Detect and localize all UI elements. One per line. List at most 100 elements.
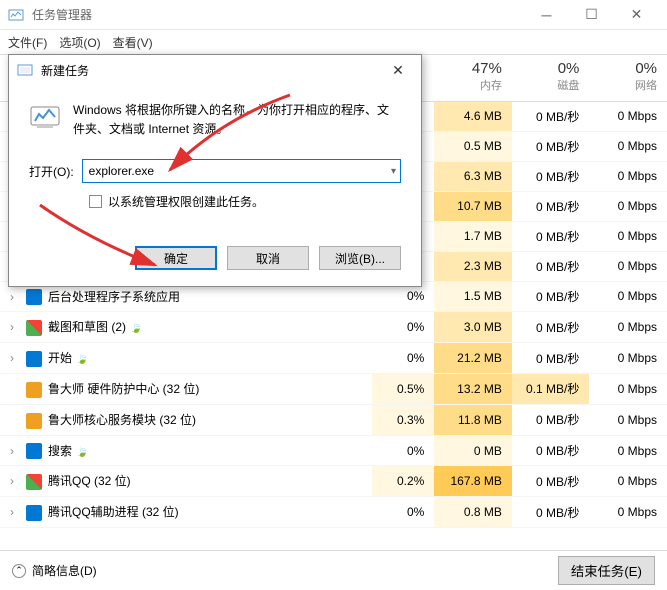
cell-mem: 0 MB <box>434 435 512 466</box>
minimize-button[interactable]: ─ <box>524 0 569 30</box>
chevron-down-icon: ▾ <box>391 166 396 177</box>
table-row[interactable]: › 开始 🍃 0%21.2 MB0 MB/秒0 Mbps <box>0 343 667 374</box>
process-icon <box>26 351 42 367</box>
taskmgr-icon <box>8 7 24 23</box>
run-icon <box>29 101 61 133</box>
cell-disk: 0 MB/秒 <box>512 191 590 221</box>
cell-net: 0 Mbps <box>589 312 667 343</box>
expand-icon[interactable]: › <box>10 474 22 488</box>
statusbar: ⌃ 简略信息(D) 结束任务(E) <box>0 550 667 590</box>
cell-net: 0 Mbps <box>589 221 667 251</box>
col-disk[interactable]: 0%磁盘 <box>512 55 590 101</box>
expand-icon[interactable]: › <box>10 444 22 458</box>
cell-disk: 0 MB/秒 <box>512 251 590 281</box>
app-title: 任务管理器 <box>32 6 524 23</box>
cell-disk: 0 MB/秒 <box>512 435 590 466</box>
table-row[interactable]: 鲁大师核心服务模块 (32 位)0.3%11.8 MB0 MB/秒0 Mbps <box>0 404 667 435</box>
cell-mem: 10.7 MB <box>434 191 512 221</box>
cell-pct: 0% <box>372 435 434 466</box>
titlebar: 任务管理器 ─ ☐ ✕ <box>0 0 667 30</box>
admin-label: 以系统管理权限创建此任务。 <box>108 193 264 210</box>
process-name: 后台处理程序子系统应用 <box>48 290 180 304</box>
cell-net: 0 Mbps <box>589 373 667 404</box>
process-icon <box>26 413 42 429</box>
cell-net: 0 Mbps <box>589 251 667 281</box>
end-task-button[interactable]: 结束任务(E) <box>558 556 655 585</box>
cell-mem: 167.8 MB <box>434 466 512 497</box>
open-combobox[interactable]: explorer.exe ▾ <box>82 159 401 183</box>
cell-mem: 0.8 MB <box>434 497 512 528</box>
cancel-button[interactable]: 取消 <box>227 246 309 270</box>
cell-mem: 1.7 MB <box>434 221 512 251</box>
cell-disk: 0 MB/秒 <box>512 161 590 191</box>
menubar: 文件(F) 选项(O) 查看(V) <box>0 30 667 54</box>
col-network[interactable]: 0%网络 <box>589 55 667 101</box>
cell-mem: 2.3 MB <box>434 251 512 281</box>
open-label: 打开(O): <box>29 163 74 180</box>
cell-net: 0 Mbps <box>589 101 667 131</box>
cell-mem: 4.6 MB <box>434 101 512 131</box>
close-button[interactable]: ✕ <box>614 0 659 30</box>
cell-pct: 0% <box>372 343 434 374</box>
ok-button[interactable]: 确定 <box>135 246 217 270</box>
cell-disk: 0 MB/秒 <box>512 497 590 528</box>
cell-disk: 0 MB/秒 <box>512 312 590 343</box>
chevron-up-icon: ⌃ <box>12 564 26 578</box>
menu-options[interactable]: 选项(O) <box>59 34 100 51</box>
cell-net: 0 Mbps <box>589 191 667 221</box>
expand-icon[interactable]: › <box>10 290 22 304</box>
process-icon <box>26 505 42 521</box>
cell-net: 0 Mbps <box>589 281 667 312</box>
cell-net: 0 Mbps <box>589 161 667 191</box>
cell-disk: 0 MB/秒 <box>512 101 590 131</box>
expand-icon[interactable]: › <box>10 351 22 365</box>
process-icon <box>26 443 42 459</box>
table-row[interactable]: ›截图和草图 (2)🍃0%3.0 MB0 MB/秒0 Mbps <box>0 312 667 343</box>
leaf-icon: 🍃 <box>76 354 88 365</box>
process-name: 开始 <box>48 351 72 365</box>
cell-mem: 6.3 MB <box>434 161 512 191</box>
maximize-button[interactable]: ☐ <box>569 0 614 30</box>
cell-pct: 0% <box>372 497 434 528</box>
cell-mem: 21.2 MB <box>434 343 512 374</box>
run-icon-small <box>17 62 33 78</box>
col-memory[interactable]: 47%内存 <box>434 55 512 101</box>
admin-checkbox[interactable] <box>89 195 102 208</box>
cell-pct: 0.5% <box>372 373 434 404</box>
cell-net: 0 Mbps <box>589 466 667 497</box>
dialog-description: Windows 将根据你所键入的名称，为你打开相应的程序、文件夹、文档或 Int… <box>73 101 401 139</box>
menu-file[interactable]: 文件(F) <box>8 34 47 51</box>
menu-view[interactable]: 查看(V) <box>113 34 153 51</box>
cell-net: 0 Mbps <box>589 343 667 374</box>
process-icon <box>26 320 42 336</box>
brief-info-toggle[interactable]: ⌃ 简略信息(D) <box>12 562 97 579</box>
cell-disk: 0 MB/秒 <box>512 466 590 497</box>
table-row[interactable]: 鲁大师 硬件防护中心 (32 位)0.5%13.2 MB0.1 MB/秒0 Mb… <box>0 373 667 404</box>
cell-mem: 1.5 MB <box>434 281 512 312</box>
process-name: 鲁大师核心服务模块 (32 位) <box>48 413 196 427</box>
process-name: 鲁大师 硬件防护中心 (32 位) <box>48 382 199 396</box>
expand-icon[interactable]: › <box>10 320 22 334</box>
process-name: 腾讯QQ辅助进程 (32 位) <box>48 505 179 519</box>
table-row[interactable]: › 搜索 🍃 0%0 MB0 MB/秒0 Mbps <box>0 435 667 466</box>
cell-pct: 0% <box>372 312 434 343</box>
cell-pct: 0.2% <box>372 466 434 497</box>
cell-mem: 13.2 MB <box>434 373 512 404</box>
table-row[interactable]: ›腾讯QQ (32 位)0.2%167.8 MB0 MB/秒0 Mbps <box>0 466 667 497</box>
leaf-icon: 🍃 <box>76 447 88 458</box>
cell-mem: 0.5 MB <box>434 131 512 161</box>
cell-disk: 0 MB/秒 <box>512 281 590 312</box>
cell-net: 0 Mbps <box>589 404 667 435</box>
process-name: 截图和草图 (2) <box>48 320 126 334</box>
browse-button[interactable]: 浏览(B)... <box>319 246 401 270</box>
expand-icon[interactable]: › <box>10 505 22 519</box>
process-icon <box>26 289 42 305</box>
cell-net: 0 Mbps <box>589 435 667 466</box>
process-name: 搜索 <box>48 444 72 458</box>
dialog-close-button[interactable]: ✕ <box>383 62 413 79</box>
cell-pct: 0.3% <box>372 404 434 435</box>
cell-disk: 0 MB/秒 <box>512 343 590 374</box>
table-row[interactable]: ›腾讯QQ辅助进程 (32 位)0%0.8 MB0 MB/秒0 Mbps <box>0 497 667 528</box>
cell-disk: 0 MB/秒 <box>512 404 590 435</box>
dialog-title: 新建任务 <box>41 62 383 79</box>
